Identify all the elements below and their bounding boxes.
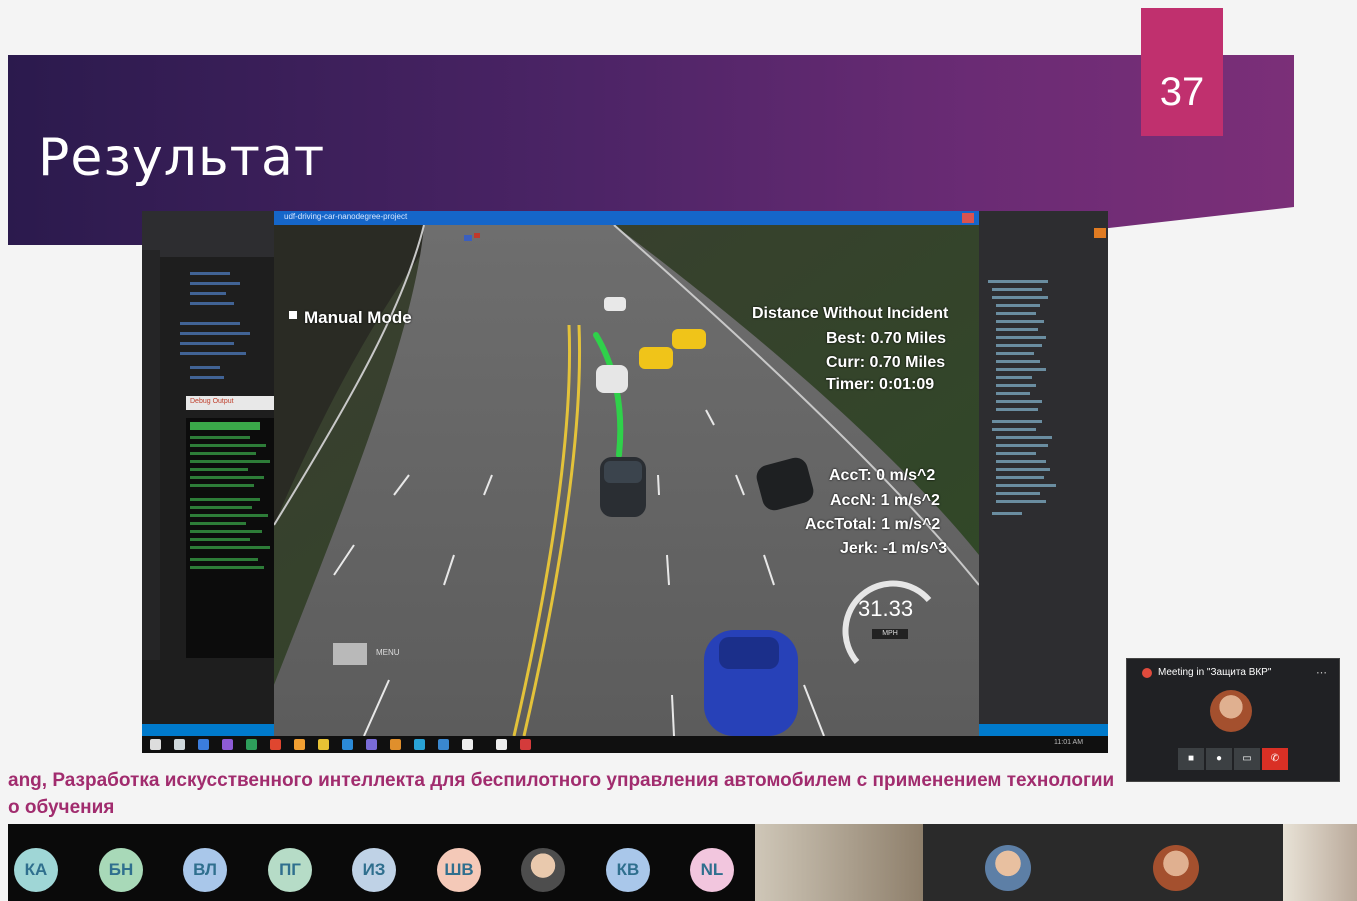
slide-caption: ang, Разработка искусственного интеллект… bbox=[8, 767, 1294, 821]
close-icon[interactable] bbox=[962, 213, 974, 223]
caption-line-2: о обучения bbox=[8, 797, 115, 818]
vs-error-list bbox=[142, 660, 274, 730]
current-distance: Curr: 0.70 Miles bbox=[826, 354, 946, 371]
visual-studio-icon[interactable] bbox=[222, 739, 233, 750]
timer: Timer: 0:01:09 bbox=[826, 376, 935, 393]
speedometer-unit: MPH bbox=[872, 629, 908, 639]
simulator-title: udf-driving-car-nanodegree-project bbox=[284, 212, 408, 221]
app-icon[interactable] bbox=[496, 739, 507, 750]
vscode-icon[interactable] bbox=[198, 739, 209, 750]
opera-icon[interactable] bbox=[270, 739, 281, 750]
participant-video-tile[interactable] bbox=[755, 824, 923, 901]
avatar[interactable] bbox=[521, 848, 565, 892]
chrome-icon[interactable] bbox=[318, 739, 329, 750]
more-options-icon[interactable]: ⋯ bbox=[1316, 666, 1327, 679]
edge-icon[interactable] bbox=[342, 739, 353, 750]
hang-up-icon[interactable]: ✆ bbox=[1262, 748, 1288, 770]
participant-avatar[interactable]: ИЗ bbox=[352, 848, 396, 892]
participant-avatar[interactable]: ВЛ bbox=[183, 848, 227, 892]
code-editor[interactable] bbox=[160, 258, 274, 398]
participant-avatar[interactable]: ШВ bbox=[437, 848, 481, 892]
vs-status-bar-right bbox=[979, 724, 1108, 736]
participant-video-tile[interactable] bbox=[1283, 824, 1357, 901]
console-output bbox=[186, 418, 274, 658]
explorer-icon[interactable] bbox=[246, 739, 257, 750]
manual-mode-label: Manual Mode bbox=[304, 308, 412, 327]
speedometer-value: 31.33 bbox=[858, 596, 914, 621]
microphone-icon[interactable]: ● bbox=[1206, 748, 1232, 770]
caption-line-1: ang, Разработка искусственного интеллект… bbox=[8, 770, 1115, 791]
meeting-title: Meeting in "Защита ВКР" bbox=[1158, 667, 1272, 678]
vs-side-toolbar[interactable] bbox=[142, 250, 160, 720]
taskbar-clock[interactable]: 11:01 AM bbox=[1054, 739, 1083, 746]
start-icon[interactable] bbox=[150, 739, 161, 750]
recording-icon[interactable] bbox=[520, 739, 531, 750]
acc-t: AccT: 0 m/s^2 bbox=[829, 467, 936, 484]
firefox-icon[interactable] bbox=[294, 739, 305, 750]
avatar bbox=[985, 845, 1031, 891]
best-distance: Best: 0.70 Miles bbox=[826, 330, 947, 347]
folder-icon[interactable] bbox=[390, 739, 401, 750]
participant-avatar[interactable]: ПГ bbox=[268, 848, 312, 892]
vs-menu-bar[interactable] bbox=[142, 227, 274, 257]
avatar bbox=[1210, 690, 1252, 732]
app-icon[interactable] bbox=[366, 739, 377, 750]
participant-avatar[interactable]: БН bbox=[99, 848, 143, 892]
account-icon[interactable] bbox=[1094, 228, 1106, 238]
jerk: Jerk: -1 m/s^3 bbox=[840, 540, 948, 557]
windows-taskbar bbox=[142, 736, 1108, 753]
recording-icon bbox=[1142, 668, 1152, 678]
avatar bbox=[1153, 845, 1199, 891]
mode-indicator-icon bbox=[289, 311, 297, 319]
page-number: 37 bbox=[1159, 70, 1205, 114]
vs-status-bar bbox=[142, 724, 274, 736]
menu-button[interactable] bbox=[333, 643, 367, 665]
slide-title: Результат bbox=[38, 128, 326, 188]
app-icon[interactable] bbox=[462, 739, 473, 750]
distance-title: Distance Without Incident bbox=[752, 305, 949, 322]
camera-icon[interactable]: ■ bbox=[1178, 748, 1204, 770]
participant-avatar[interactable]: КА bbox=[14, 848, 58, 892]
participant-video-tile[interactable] bbox=[923, 824, 1283, 901]
participant-avatar[interactable]: КВ bbox=[606, 848, 650, 892]
acc-total: AccTotal: 1 m/s^2 bbox=[805, 516, 941, 533]
share-screen-icon[interactable]: ▭ bbox=[1234, 748, 1260, 770]
acc-n: AccN: 1 m/s^2 bbox=[830, 492, 940, 509]
output-window-label: Debug Output bbox=[190, 398, 234, 405]
participant-avatar[interactable]: NL bbox=[690, 848, 734, 892]
menu-label: MENU bbox=[376, 648, 400, 657]
telegram-icon[interactable] bbox=[414, 739, 425, 750]
search-icon[interactable] bbox=[174, 739, 185, 750]
word-icon[interactable] bbox=[438, 739, 449, 750]
solution-tree[interactable] bbox=[984, 280, 1102, 700]
